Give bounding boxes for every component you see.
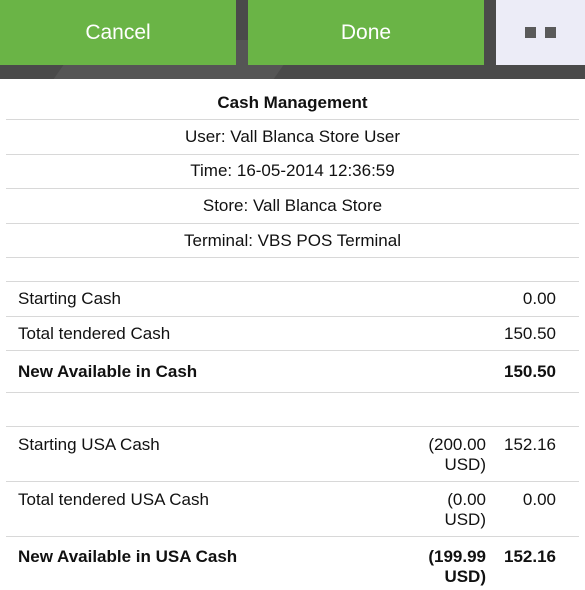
row-value: 152.16 <box>504 435 556 455</box>
row-original-amount: (200.00 USD) <box>428 435 486 475</box>
report-title: Cash Management <box>6 86 579 120</box>
report-terminal: Terminal: VBS POS Terminal <box>6 224 579 259</box>
starting-cash-row: Starting Cash 0.00 <box>6 282 579 317</box>
menu-button[interactable] <box>496 0 585 65</box>
row-label: Total tendered Cash <box>18 323 171 343</box>
cash-management-report: Cash Management User: Vall Blanca Store … <box>6 86 579 590</box>
tendered-cash-row: Total tendered Cash 150.50 <box>6 317 579 352</box>
starting-usa-cash-row: Starting USA Cash (200.00 USD) 152.16 <box>6 427 579 483</box>
top-toolbar: Cancel Done <box>0 0 585 79</box>
row-label: New Available in USA Cash <box>18 547 238 567</box>
section-divider <box>6 258 579 283</box>
available-usa-cash-row: New Available in USA Cash (199.99 USD) 1… <box>6 537 579 590</box>
row-value: 0.00 <box>522 289 556 309</box>
row-label: Starting USA Cash <box>18 435 160 455</box>
done-button[interactable]: Done <box>248 0 484 65</box>
report-time: Time: 16-05-2014 12:36:59 <box>6 155 579 190</box>
menu-square-icon <box>525 27 536 38</box>
row-value: 150.50 <box>504 323 556 343</box>
report-user: User: Vall Blanca Store User <box>6 120 579 155</box>
row-original-amount: (0.00 USD) <box>444 490 486 530</box>
menu-square-icon <box>545 27 556 38</box>
row-value: 152.16 <box>504 547 556 567</box>
row-label: Total tendered USA Cash <box>18 490 209 510</box>
row-label: New Available in Cash <box>18 361 198 381</box>
section-divider <box>6 393 579 428</box>
report-store: Store: Vall Blanca Store <box>6 189 579 224</box>
row-label: Starting Cash <box>18 289 121 309</box>
available-cash-row: New Available in Cash 150.50 <box>6 351 579 394</box>
cancel-button[interactable]: Cancel <box>0 0 236 65</box>
row-value: 150.50 <box>504 361 556 381</box>
tendered-usa-cash-row: Total tendered USA Cash (0.00 USD) 0.00 <box>6 482 579 538</box>
row-value: 0.00 <box>522 490 556 510</box>
row-original-amount: (199.99 USD) <box>428 547 486 587</box>
